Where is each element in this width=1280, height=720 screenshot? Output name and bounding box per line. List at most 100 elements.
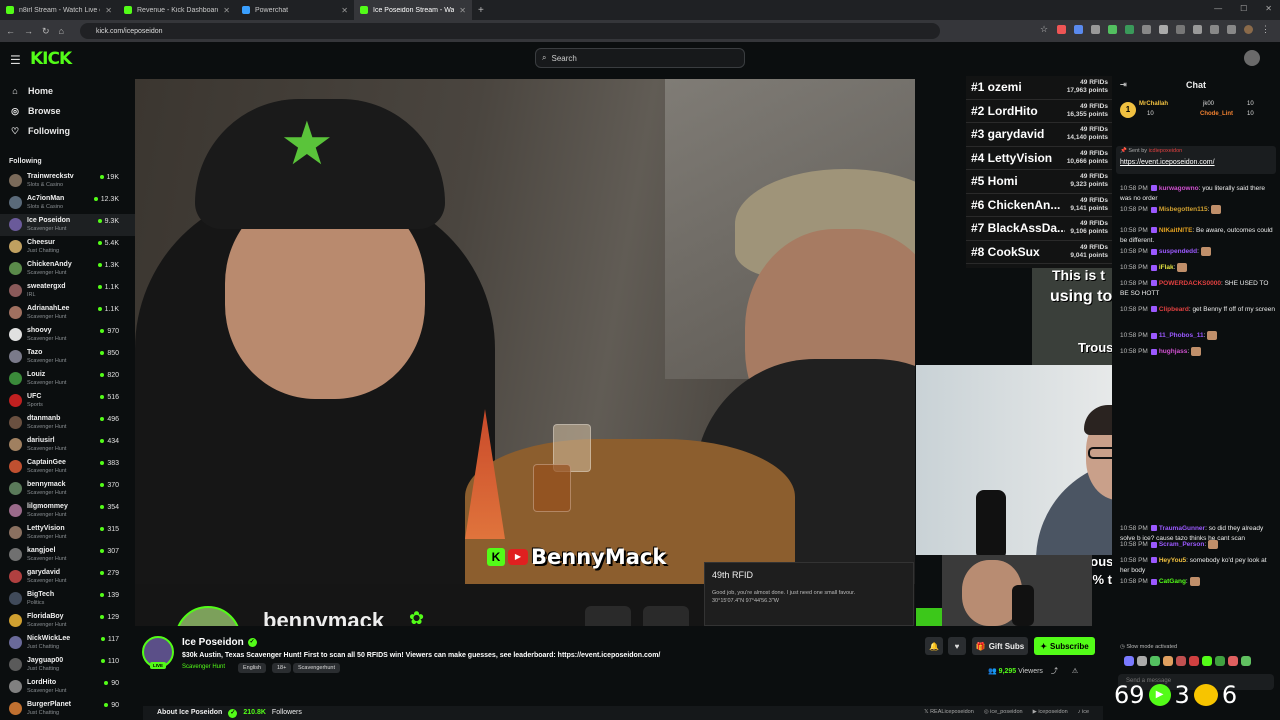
message-username[interactable]: Scram_Person [1159,541,1205,548]
emote-icon[interactable] [1189,656,1199,666]
user-avatar[interactable] [1244,50,1260,66]
gifter-name[interactable]: jk00 [1203,101,1214,107]
extension-icon[interactable] [1193,25,1202,34]
share-icon[interactable]: ⤴ [1051,668,1058,675]
emote-icon[interactable] [1137,656,1147,666]
maximize-icon[interactable]: ☐ [1240,4,1247,13]
extension-icon[interactable] [1176,25,1185,34]
stream-category[interactable]: Scavenger Hunt [182,664,225,670]
channel-name[interactable]: Ice Poseidon ✓ [182,637,257,648]
minimize-icon[interactable]: — [1214,4,1222,13]
browser-tab[interactable]: Revenue - Kick Dashboard ✕ [118,0,236,20]
sidebar-channel-item[interactable]: dariusirl Scavenger Hunt 434 [0,434,135,456]
extension-icon[interactable] [1125,25,1134,34]
message-username[interactable]: Misbegotten115 [1159,206,1208,213]
sidebar-channel-item[interactable]: sweatergxd IRL 1.1K [0,280,135,302]
sidebar-channel-item[interactable]: Ice Poseidon Scavenger Hunt 9.3K [0,214,135,236]
kick-logo[interactable]: KICK [30,49,72,69]
nav-browse[interactable]: ◎ Browse [10,104,60,118]
follow-heart-button[interactable]: ♥ [948,637,966,655]
extension-icon[interactable] [1057,25,1066,34]
message-username[interactable]: iFlak [1159,264,1174,271]
gifter-name[interactable]: MrChallah [1139,101,1168,107]
message-username[interactable]: Clipbeard [1159,306,1189,313]
pinned-user[interactable]: icdiepoxeidon [1149,148,1183,154]
sidebar-channel-item[interactable]: kangjoel Scavenger Hunt 307 [0,544,135,566]
extension-icon[interactable] [1142,25,1151,34]
sidebar-channel-item[interactable]: CaptainGee Scavenger Hunt 383 [0,456,135,478]
notification-bell-button[interactable]: 🔔 [925,637,943,655]
message-username[interactable]: NIKaitNITE [1159,227,1193,234]
extension-icon[interactable] [1227,25,1236,34]
sidebar-channel-item[interactable]: Tazo Scavenger Hunt 850 [0,346,135,368]
home-browser-icon[interactable]: ⌂ [59,26,64,36]
sidebar-channel-item[interactable]: BurgerPlanet Just Chatting 90 [0,698,135,720]
emote-icon[interactable] [1215,656,1225,666]
close-window-icon[interactable]: ✕ [1265,4,1272,13]
youtube-social-link[interactable]: ▶ iceposeidon [1033,709,1068,715]
sidebar-channel-item[interactable]: dtanmanb Scavenger Hunt 496 [0,412,135,434]
extension-icon[interactable] [1210,25,1219,34]
emote-icon[interactable] [1150,656,1160,666]
sidebar-channel-item[interactable]: garydavid Scavenger Hunt 279 [0,566,135,588]
menu-dots-icon[interactable]: ⋮ [1261,25,1270,34]
pinned-link[interactable]: https://event.iceposeidon.com/ [1120,159,1272,166]
message-username[interactable]: POWERDACKS0000 [1159,280,1221,287]
bookmark-icon[interactable]: ☆ [1040,25,1049,34]
sidebar-channel-item[interactable]: Louiz Scavenger Hunt 820 [0,368,135,390]
close-tab-icon[interactable]: ✕ [341,6,348,15]
sidebar-channel-item[interactable]: shoovy Scavenger Hunt 970 [0,324,135,346]
sidebar-channel-item[interactable]: BigTech Politics 139 [0,588,135,610]
message-username[interactable]: TraumaGunner [1159,525,1205,532]
sidebar-channel-item[interactable]: Jayguap00 Just Chatting 110 [0,654,135,676]
collapse-chat-icon[interactable]: ⇥ [1120,80,1127,89]
new-tab-icon[interactable]: + [478,5,484,16]
reload-icon[interactable]: ↻ [42,26,50,37]
sidebar-channel-item[interactable]: LordHito Scavenger Hunt 90 [0,676,135,698]
message-username[interactable]: CatGang [1159,578,1186,585]
emote-icon[interactable] [1228,656,1238,666]
nav-home[interactable]: ⌂ Home [10,84,53,98]
gift-subs-button[interactable]: 🎁 Gift Subs [972,637,1028,655]
nav-following[interactable]: ♡ Following [10,124,70,138]
search-input[interactable]: ⌕ Search [535,48,745,68]
subscribe-button[interactable]: ✦ Subscribe [1034,637,1095,655]
sidebar-channel-item[interactable]: Ac7ionMan Slots & Casino 12.3K [0,192,135,214]
sidebar-channel-item[interactable]: LettyVision Scavenger Hunt 315 [0,522,135,544]
extension-icon[interactable] [1108,25,1117,34]
message-username[interactable]: hughjass [1159,348,1188,355]
sidebar-channel-item[interactable]: Cheesur Just Chatting 5.4K [0,236,135,258]
sidebar-channel-item[interactable]: bennymack Scavenger Hunt 370 [0,478,135,500]
sidebar-channel-item[interactable]: FloridaBoy Scavenger Hunt 129 [0,610,135,632]
emote-icon[interactable] [1176,656,1186,666]
url-field[interactable]: kick.com/iceposeidon [80,23,940,39]
extension-icon[interactable] [1091,25,1100,34]
message-username[interactable]: kurwagowno [1159,185,1199,192]
emote-icon[interactable] [1241,656,1251,666]
gifter-name[interactable]: Chode_Lint [1200,111,1233,117]
report-icon[interactable]: ⚠ [1072,668,1078,675]
hamburger-menu-icon[interactable]: ☰ [10,53,21,67]
sidebar-channel-item[interactable]: UFC Sports 516 [0,390,135,412]
sidebar-channel-item[interactable]: Trainwreckstv Slots & Casino 19K [0,170,135,192]
browser-tab[interactable]: Powerchat ✕ [236,0,354,20]
sidebar-channel-item[interactable]: NickWickLee Just Chatting 117 [0,632,135,654]
x-social-link[interactable]: 𝕏 REALiceposeidon [924,709,974,715]
emote-icon[interactable] [1202,656,1212,666]
close-tab-icon[interactable]: ✕ [459,6,466,15]
tag-english[interactable]: English [238,663,267,673]
close-tab-icon[interactable]: ✕ [223,6,230,15]
sidebar-channel-item[interactable]: AdrianahLee Scavenger Hunt 1.1K [0,302,135,324]
emote-icon[interactable] [1124,656,1134,666]
tiktok-social-link[interactable]: ♪ ice [1078,709,1089,715]
tag-18plus[interactable]: 18+ [272,663,292,673]
extension-icon[interactable] [1074,25,1083,34]
forward-icon[interactable]: → [24,26,33,36]
extension-icon[interactable] [1159,25,1168,34]
tag-scavengerhunt[interactable]: Scavengerhunt [293,663,340,673]
message-username[interactable]: 11_Phobos_11 [1159,332,1204,339]
browser-tab[interactable]: n8irl Stream - Watch Live on Ki ✕ [0,0,118,20]
video-player[interactable]: ★ K ▶ BennyMack [135,79,915,584]
emote-icon[interactable] [1163,656,1173,666]
sidebar-channel-item[interactable]: ChickenAndy Scavenger Hunt 1.3K [0,258,135,280]
